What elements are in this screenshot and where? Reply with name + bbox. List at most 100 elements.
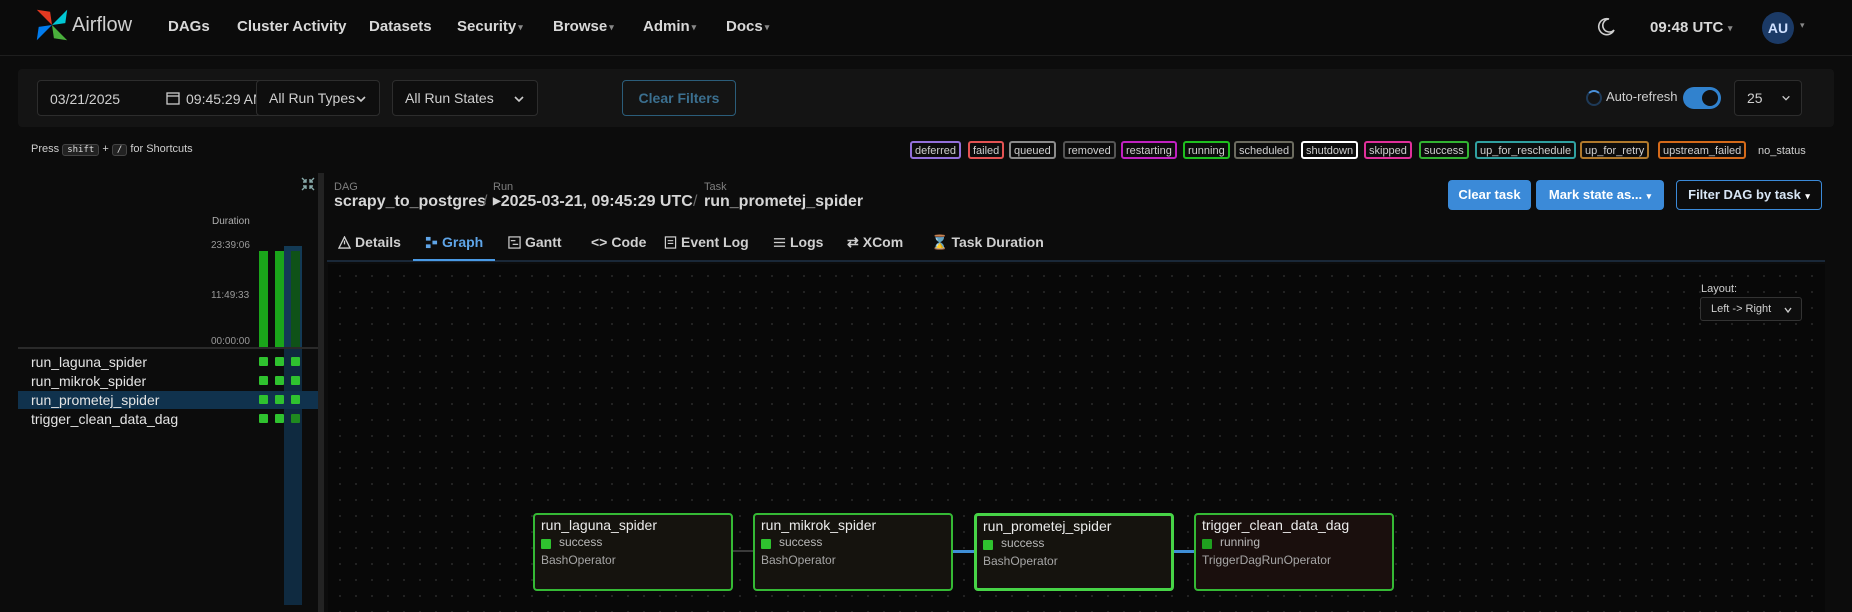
moon-icon[interactable] (1596, 17, 1616, 37)
tab-xcom[interactable]: ⇄ XCom (847, 234, 903, 251)
task-instance-cell[interactable] (291, 395, 300, 404)
play-icon: ▶ (493, 196, 501, 207)
nav-cluster-activity[interactable]: Cluster Activity (237, 18, 346, 35)
task-instance-cell[interactable] (275, 395, 284, 404)
dag-name-link[interactable]: scrapy_to_postgres (334, 193, 486, 211)
nav-dags[interactable]: DAGs (168, 18, 210, 35)
detail-tabs: Details Graph Gantt <> Code Event Log Log… (327, 222, 1825, 262)
tab-details-label: Details (355, 234, 401, 250)
legend-success[interactable]: success (1419, 141, 1469, 159)
task-name[interactable]: run_laguna_spider (31, 354, 147, 370)
task-name[interactable]: run_prometej_spider (31, 392, 159, 408)
tab-task-duration[interactable]: ⌛ Task Duration (931, 234, 1044, 251)
task-row[interactable]: run_laguna_spider (18, 353, 318, 371)
legend-skipped[interactable]: skipped (1364, 141, 1412, 159)
node-state: success (1001, 536, 1045, 550)
grid-divider (18, 347, 318, 349)
time-value: 09:45:29 AM (186, 91, 265, 107)
task-instance-cell[interactable] (291, 357, 300, 366)
filter-bar: 03/21/2025 09:45:29 AM All Run Types All… (18, 69, 1834, 127)
run-duration-bar[interactable] (291, 251, 300, 349)
graph-node[interactable]: trigger_clean_data_dag running TriggerDa… (1194, 513, 1394, 591)
node-operator: BashOperator (541, 553, 616, 567)
tab-task-duration-label: Task Duration (951, 234, 1044, 250)
nav-datasets[interactable]: Datasets (369, 18, 432, 35)
legend-scheduled[interactable]: scheduled (1234, 141, 1295, 159)
mark-state-button[interactable]: Mark state as... ▾ (1536, 180, 1664, 210)
chevron-down-icon: ▾ (609, 21, 614, 32)
clear-task-button[interactable]: Clear task (1448, 180, 1531, 210)
execution-date-input[interactable]: 03/21/2025 09:45:29 AM (37, 80, 294, 116)
loading-spinner-icon (1586, 90, 1602, 106)
tab-graph[interactable]: Graph (425, 234, 483, 250)
task-instance-cell[interactable] (259, 357, 268, 366)
tab-details[interactable]: Details (337, 234, 401, 250)
run-duration-bar[interactable] (259, 251, 268, 349)
airflow-logo-icon[interactable] (32, 6, 72, 44)
clock-time[interactable]: 09:48 UTC ▾ (1650, 19, 1732, 36)
legend-no-status[interactable]: no_status (1753, 141, 1811, 159)
tab-event-log[interactable]: Event Log (664, 234, 749, 250)
legend-deferred[interactable]: deferred (910, 141, 961, 159)
task-row-selected[interactable]: run_prometej_spider (18, 391, 318, 409)
clear-filters-button[interactable]: Clear Filters (622, 80, 736, 116)
legend-restarting[interactable]: restarting (1121, 141, 1177, 159)
filter-dag-button[interactable]: Filter DAG by task ▾ (1676, 180, 1822, 210)
duration-tick-max: 23:39:06 (211, 240, 250, 251)
airflow-brand[interactable]: Airflow (72, 14, 132, 37)
task-instance-cell[interactable] (275, 376, 284, 385)
run-link[interactable]: ▶2025-03-21, 09:45:29 UTC (493, 193, 693, 211)
tab-gantt[interactable]: Gantt (508, 234, 562, 250)
task-instance-cell[interactable] (291, 376, 300, 385)
task-instance-cell[interactable] (259, 395, 268, 404)
legend-running[interactable]: running (1183, 141, 1230, 159)
page-size-select[interactable]: 25 (1734, 80, 1802, 116)
auto-refresh-toggle[interactable] (1683, 87, 1721, 109)
panel-resize-handle[interactable] (318, 173, 324, 612)
task-row[interactable]: trigger_clean_data_dag (18, 410, 318, 428)
task-name[interactable]: run_mikrok_spider (31, 373, 146, 389)
legend-shutdown[interactable]: shutdown (1301, 141, 1359, 159)
legend-failed[interactable]: failed (968, 141, 1005, 159)
chevron-down-icon[interactable]: ▾ (1800, 20, 1805, 31)
date-value: 03/21/2025 (50, 91, 121, 107)
task-row[interactable]: run_mikrok_spider (18, 372, 318, 390)
node-title: run_prometej_spider (983, 518, 1112, 534)
task-instance-cell[interactable] (259, 376, 268, 385)
chevron-down-icon: ▾ (1644, 190, 1652, 201)
task-instance-cell[interactable] (275, 414, 284, 423)
legend-up-for-reschedule[interactable]: up_for_reschedule (1475, 141, 1577, 159)
task-instance-cell[interactable] (275, 357, 284, 366)
run-states-select[interactable]: All Run States (392, 80, 538, 116)
event-log-icon (664, 236, 677, 249)
task-name[interactable]: trigger_clean_data_dag (31, 411, 178, 427)
graph-node-selected[interactable]: run_prometej_spider success BashOperator (974, 513, 1174, 591)
run-duration-bar[interactable] (275, 251, 284, 349)
shortcut-hint: Press shift + / for Shortcuts (31, 143, 193, 156)
legend-up-for-retry[interactable]: up_for_retry (1580, 141, 1650, 159)
task-instance-cell[interactable] (291, 414, 300, 423)
layout-select[interactable]: Left -> Right (1700, 297, 1802, 321)
breadcrumb-separator: / (693, 193, 698, 210)
tab-code[interactable]: <> Code (591, 234, 646, 250)
legend-queued[interactable]: queued (1009, 141, 1056, 159)
nav-security[interactable]: Security ▾ (457, 18, 523, 35)
nav-admin[interactable]: Admin ▾ (643, 18, 696, 35)
legend-upstream-failed[interactable]: upstream_failed (1658, 141, 1747, 159)
user-avatar[interactable]: AU (1762, 12, 1794, 44)
toggle-knob (1702, 90, 1718, 106)
nav-browse[interactable]: Browse ▾ (553, 18, 614, 35)
clock-time-label: 09:48 UTC (1650, 19, 1724, 36)
node-state: running (1220, 535, 1261, 549)
legend-removed[interactable]: removed (1063, 141, 1116, 159)
calendar-icon[interactable] (166, 91, 180, 105)
tab-logs[interactable]: Logs (773, 234, 823, 250)
task-instance-cell[interactable] (259, 414, 268, 423)
nav-docs[interactable]: Docs ▾ (726, 18, 769, 35)
collapse-icon[interactable] (300, 176, 316, 192)
run-types-select[interactable]: All Run Types (256, 80, 380, 116)
graph-edge (733, 550, 755, 552)
graph-node[interactable]: run_mikrok_spider success BashOperator (753, 513, 953, 591)
graph-node[interactable]: run_laguna_spider success BashOperator (533, 513, 733, 591)
state-indicator (1202, 539, 1212, 549)
